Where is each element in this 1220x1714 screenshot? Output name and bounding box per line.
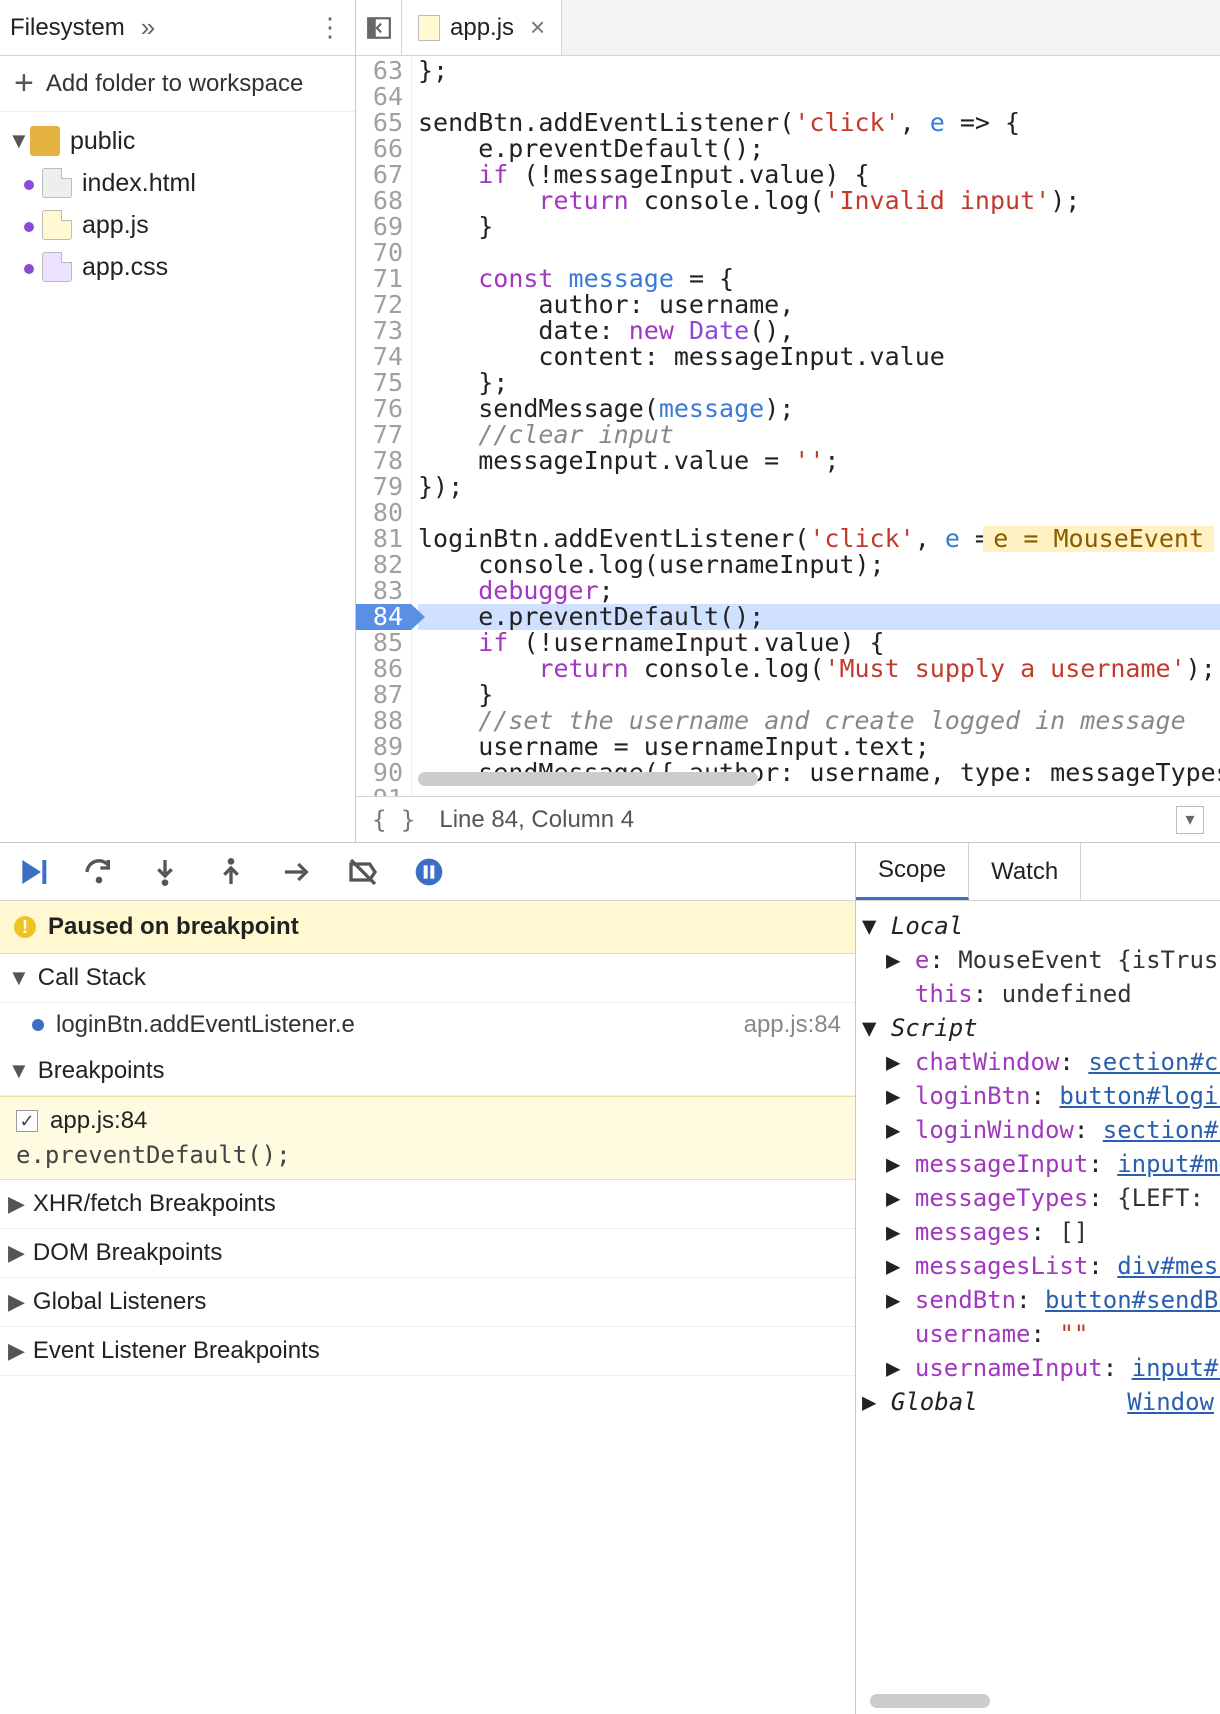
event-listener-breakpoints-header[interactable]: ▶ Event Listener Breakpoints bbox=[0, 1327, 855, 1376]
add-folder-label: Add folder to workspace bbox=[46, 70, 303, 98]
breakpoint-label: app.js:84 bbox=[50, 1107, 147, 1135]
tab-bar: app.js × bbox=[356, 0, 1220, 56]
add-folder-button[interactable]: + Add folder to workspace bbox=[0, 56, 355, 112]
current-frame-icon bbox=[32, 1019, 44, 1031]
section-label: Call Stack bbox=[38, 964, 146, 992]
pause-exceptions-button[interactable] bbox=[410, 853, 448, 891]
step-into-button[interactable] bbox=[146, 853, 184, 891]
tab-label: Watch bbox=[991, 858, 1058, 886]
pretty-print-button[interactable]: { } bbox=[372, 806, 415, 834]
tab-watch[interactable]: Watch bbox=[969, 843, 1081, 900]
inline-hint: e = MouseEvent bbox=[983, 526, 1214, 552]
filesystem-header: Filesystem » ⋮ bbox=[0, 0, 355, 56]
resume-button[interactable] bbox=[14, 853, 52, 891]
tab-label: app.js bbox=[450, 14, 514, 42]
xhr-breakpoints-header[interactable]: ▶ XHR/fetch Breakpoints bbox=[0, 1180, 855, 1229]
breakpoint-checkbox[interactable]: ✓ bbox=[16, 1110, 38, 1132]
modified-dot-icon bbox=[24, 222, 34, 232]
cursor-position: Line 84, Column 4 bbox=[439, 806, 634, 834]
pause-banner: ! Paused on breakpoint bbox=[0, 901, 855, 954]
toggle-sidebar-button[interactable] bbox=[356, 0, 402, 55]
panel-toggle-icon bbox=[366, 15, 392, 41]
scope-panel: Scope Watch ▼ Local▶ e: MouseEvent {isTr… bbox=[856, 843, 1220, 1714]
stack-frame[interactable]: loginBtn.addEventListener.e app.js:84 bbox=[0, 1003, 855, 1047]
deactivate-breakpoints-button[interactable] bbox=[344, 853, 382, 891]
tree-file-appcss[interactable]: app.css bbox=[0, 246, 355, 288]
file-icon bbox=[42, 210, 72, 240]
filesystem-title: Filesystem bbox=[10, 14, 125, 42]
section-label: Global Listeners bbox=[33, 1288, 206, 1316]
global-listeners-header[interactable]: ▶ Global Listeners bbox=[0, 1278, 855, 1327]
debugger-panel: ! Paused on breakpoint ▼ Call Stack logi… bbox=[0, 843, 856, 1714]
tab-scope[interactable]: Scope bbox=[856, 843, 969, 900]
step-button[interactable] bbox=[278, 853, 316, 891]
plus-icon: + bbox=[14, 64, 34, 103]
section-label: Event Listener Breakpoints bbox=[33, 1337, 320, 1365]
caret-down-icon: ▼ bbox=[8, 1058, 30, 1084]
more-icon[interactable]: ⋮ bbox=[317, 12, 345, 43]
section-label: DOM Breakpoints bbox=[33, 1239, 222, 1267]
breakpoint-code: e.preventDefault(); bbox=[16, 1141, 841, 1169]
folder-icon bbox=[30, 126, 60, 156]
modified-dot-icon bbox=[24, 180, 34, 190]
editor-panel: app.js × 6364656667686970717273747576777… bbox=[356, 0, 1220, 842]
overflow-icon[interactable]: » bbox=[141, 12, 155, 43]
close-icon[interactable]: × bbox=[530, 12, 545, 43]
step-over-button[interactable] bbox=[80, 853, 118, 891]
horizontal-scrollbar[interactable] bbox=[418, 772, 758, 786]
tab-label: Scope bbox=[878, 856, 946, 884]
code-viewport[interactable]: 6364656667686970717273747576777879808182… bbox=[356, 56, 1220, 796]
dom-breakpoints-header[interactable]: ▶ DOM Breakpoints bbox=[0, 1229, 855, 1278]
frame-name: loginBtn.addEventListener.e bbox=[56, 1011, 355, 1039]
scope-tree[interactable]: ▼ Local▶ e: MouseEvent {isTrusted this: … bbox=[856, 901, 1220, 1714]
caret-right-icon: ▶ bbox=[8, 1289, 25, 1315]
caret-right-icon: ▶ bbox=[8, 1240, 25, 1266]
code-content[interactable]: }; sendBtn.addEventListener('click', e =… bbox=[412, 56, 1220, 796]
breakpoints-header[interactable]: ▼ Breakpoints bbox=[0, 1047, 855, 1096]
call-stack-header[interactable]: ▼ Call Stack bbox=[0, 954, 855, 1003]
filesystem-panel: Filesystem » ⋮ + Add folder to workspace… bbox=[0, 0, 356, 842]
file-icon bbox=[42, 252, 72, 282]
debug-toolbar bbox=[0, 843, 855, 901]
section-label: Breakpoints bbox=[38, 1057, 165, 1085]
caret-down-icon: ▼ bbox=[8, 965, 30, 991]
folder-label: public bbox=[70, 127, 135, 156]
file-label: index.html bbox=[82, 169, 196, 198]
pause-message: Paused on breakpoint bbox=[48, 913, 299, 941]
modified-dot-icon bbox=[24, 264, 34, 274]
status-dropdown[interactable]: ▾ bbox=[1176, 806, 1204, 834]
breakpoint-item[interactable]: ✓ app.js:84 e.preventDefault(); bbox=[0, 1096, 855, 1180]
horizontal-scrollbar[interactable] bbox=[870, 1694, 990, 1708]
section-label: XHR/fetch Breakpoints bbox=[33, 1190, 276, 1218]
file-label: app.css bbox=[82, 253, 168, 282]
tree-folder-public[interactable]: ▼ public bbox=[0, 120, 355, 162]
file-tree: ▼ public index.html app.js app.css bbox=[0, 112, 355, 296]
caret-right-icon: ▶ bbox=[8, 1338, 25, 1364]
caret-down-icon[interactable]: ▼ bbox=[8, 128, 26, 154]
file-icon bbox=[42, 168, 72, 198]
file-icon bbox=[418, 15, 440, 41]
tree-file-index[interactable]: index.html bbox=[0, 162, 355, 204]
tab-appjs[interactable]: app.js × bbox=[402, 0, 562, 55]
tree-file-appjs[interactable]: app.js bbox=[0, 204, 355, 246]
warning-icon: ! bbox=[14, 916, 36, 938]
file-label: app.js bbox=[82, 211, 149, 240]
frame-location: app.js:84 bbox=[744, 1011, 841, 1039]
caret-right-icon: ▶ bbox=[8, 1191, 25, 1217]
step-out-button[interactable] bbox=[212, 853, 250, 891]
status-bar: { } Line 84, Column 4 ▾ bbox=[356, 796, 1220, 842]
scope-tabs: Scope Watch bbox=[856, 843, 1220, 901]
line-gutter: 6364656667686970717273747576777879808182… bbox=[356, 56, 412, 796]
